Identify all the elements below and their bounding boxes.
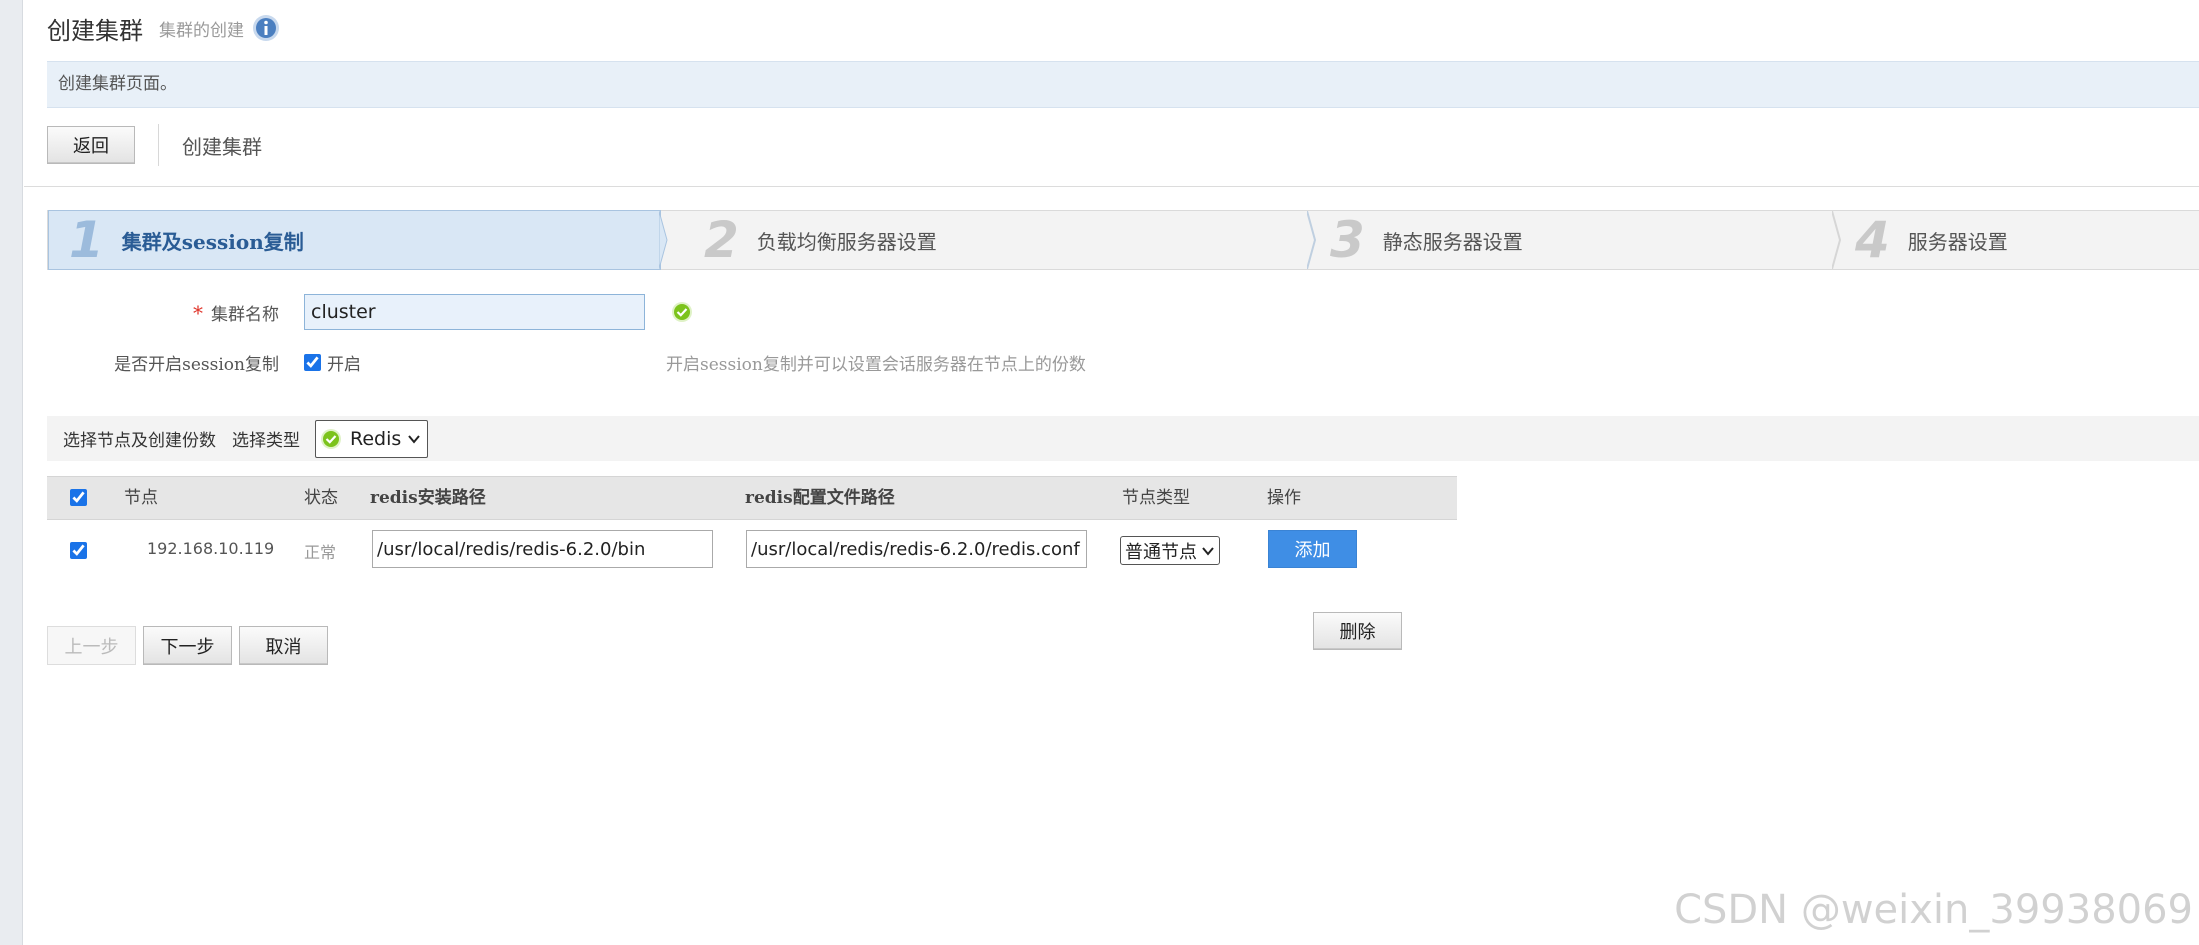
column-node: 节点 [124, 488, 158, 508]
column-node-type: 节点类型 [1122, 488, 1190, 508]
section-title: 选择节点及创建份数 [63, 431, 216, 451]
step-number: 2 [704, 211, 739, 269]
prev-step-button[interactable]: 上一步 [47, 626, 136, 665]
type-select-value: Redis [350, 427, 402, 450]
session-row: 是否开启session复制 开启 开启session复制并可以设置会话服务器在节… [47, 344, 1086, 380]
step-number: 1 [69, 211, 104, 269]
row-checkbox[interactable] [70, 542, 87, 559]
session-hint: 开启session复制并可以设置会话服务器在节点上的份数 [666, 354, 1086, 375]
chevron-down-icon [408, 434, 421, 444]
step-label: 服务器设置 [1907, 229, 2008, 254]
column-install-path: redis安装路径 [370, 488, 486, 508]
config-path-input[interactable] [746, 530, 1087, 568]
select-all-checkbox[interactable] [70, 489, 87, 506]
delete-button[interactable]: 删除 [1313, 612, 1402, 650]
table-header: 节点 状态 redis安装路径 redis配置文件路径 节点类型 操作 [47, 476, 1457, 520]
step-label: 静态服务器设置 [1382, 229, 1523, 254]
left-sidebar-edge [0, 0, 23, 945]
chevron-down-icon [1202, 546, 1214, 556]
header-divider [24, 186, 2199, 187]
session-checkbox[interactable] [304, 353, 321, 371]
wizard-step-2[interactable]: 2 负载均衡服务器设置 [684, 211, 1284, 269]
node-table: 节点 状态 redis安装路径 redis配置文件路径 节点类型 操作 192.… [47, 476, 1457, 650]
page-notice: 创建集群页面。 [47, 61, 2199, 108]
cancel-button[interactable]: 取消 [239, 626, 328, 665]
node-status: 正常 [304, 543, 337, 562]
redis-check-icon [321, 428, 341, 449]
wizard-step-4[interactable]: 4 服务器设置 [1835, 211, 2195, 269]
step-arrow-icon [659, 211, 668, 269]
toolbar-title: 创建集群 [182, 134, 262, 159]
node-selection-bar: 选择节点及创建份数 选择类型 Redis [47, 416, 2199, 461]
step-label: 集群及session复制 [121, 229, 304, 254]
watermark: CSDN @weixin_39938069 [1674, 887, 2193, 933]
wizard-step-3[interactable]: 3 静态服务器设置 [1310, 211, 1810, 269]
type-label: 选择类型 [232, 431, 300, 451]
column-actions: 操作 [1267, 488, 1301, 508]
toolbar-divider [158, 124, 159, 166]
wizard-nav: 上一步 下一步 取消 [47, 626, 335, 665]
session-checkbox-label: 开启 [327, 354, 361, 375]
cluster-name-row: * 集群名称 [47, 292, 693, 332]
info-icon[interactable] [252, 14, 280, 42]
session-label: 是否开启session复制 [114, 354, 279, 375]
add-button[interactable]: 添加 [1268, 530, 1357, 568]
toolbar: 返回 创建集群 [47, 124, 262, 166]
valid-check-icon [672, 302, 692, 322]
node-type-value: 普通节点 [1125, 541, 1197, 563]
page-subtitle: 集群的创建 [159, 20, 244, 41]
next-step-button[interactable]: 下一步 [143, 626, 232, 665]
page: 创建集群 集群的创建 创建集群页面。 返回 创建集群 1 集群及session复… [24, 0, 2199, 945]
column-config-path: redis配置文件路径 [745, 488, 895, 508]
cluster-name-label: * 集群名称 [193, 300, 279, 325]
install-path-input[interactable] [372, 530, 713, 568]
step-label: 负载均衡服务器设置 [756, 229, 937, 254]
step-number: 4 [1855, 211, 1890, 269]
step-number: 3 [1330, 211, 1365, 269]
node-ip: 192.168.10.119 [147, 539, 275, 558]
wizard-steps: 1 集群及session复制 2 负载均衡服务器设置 3 静态服务器设置 4 服… [47, 210, 2199, 270]
required-marker: * [193, 300, 203, 325]
node-type-select[interactable]: 普通节点 [1120, 536, 1220, 565]
page-header: 创建集群 集群的创建 [47, 12, 280, 45]
page-title: 创建集群 [47, 16, 143, 45]
cluster-name-input[interactable] [304, 294, 645, 330]
back-button[interactable]: 返回 [47, 126, 135, 164]
column-status: 状态 [304, 488, 338, 508]
wizard-step-1[interactable]: 1 集群及session复制 [48, 210, 661, 270]
type-select[interactable]: Redis [315, 419, 429, 458]
table-row: 192.168.10.119 正常 普通节点 添加 删除 [47, 520, 1457, 650]
